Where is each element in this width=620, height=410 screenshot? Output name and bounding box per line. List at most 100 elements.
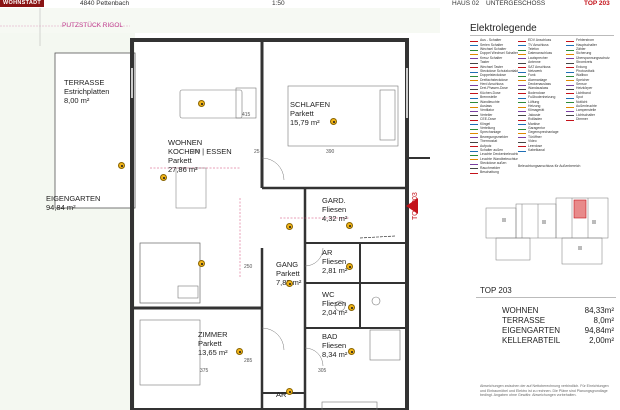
legend-symbol-icon: [566, 87, 574, 91]
legend-item-label: Rollladen: [528, 117, 543, 122]
key-plan: [482, 190, 616, 270]
legend-item-label: Ventilator: [480, 108, 495, 113]
legend-symbol-icon: [566, 83, 574, 86]
legend-symbol-icon: [470, 52, 478, 55]
putz-label: PUTZSTÜCK RIGOL: [62, 22, 124, 29]
legend-item-label: Rauchmelder: [480, 165, 501, 170]
legend-item-label: Erdung: [576, 64, 587, 69]
legend-item-label: Heizkörper: [576, 86, 593, 91]
summary-value: 8,0m²: [593, 316, 614, 325]
legend-item-label: Verteilung: [480, 126, 496, 130]
header-bar: WOHNSTADT 4840 Pettenbach 1:50 HAUS 02 U…: [0, 0, 620, 8]
dimension: 415: [242, 112, 251, 118]
legend-symbol-icon: [518, 148, 526, 152]
legend-symbol-icon: [470, 131, 478, 134]
legend-item-label: Lichtband: [576, 90, 591, 95]
legend-symbol-icon: [566, 100, 574, 104]
dimension: 390: [192, 149, 201, 155]
legend-symbol-icon: [470, 170, 478, 174]
legend-symbol-icon: [470, 148, 478, 152]
legend-item-label: Stromkreis: [576, 60, 593, 65]
key-plan-drawing: [485, 197, 609, 265]
light-fixture-icon: [348, 304, 355, 311]
legend-symbol-icon: [470, 43, 478, 47]
legend-item-label: Klingel: [480, 121, 491, 126]
room-zimmer: ZIMMER Parkett 13,65 m²: [198, 330, 228, 357]
legend-item-label: Leerdose: [528, 143, 543, 148]
light-fixture-icon: [286, 223, 293, 230]
summary-label: KELLERABTEIL: [502, 336, 561, 345]
legend-item-label: Beschattung: [480, 169, 499, 174]
legend-symbol-icon: [470, 109, 478, 113]
legend-symbol-icon: [566, 52, 574, 55]
dimension: 375: [200, 368, 209, 374]
legend-item-label: Fußbodenheizung: [528, 95, 556, 100]
legend-item-label: Alarmanlage: [528, 77, 548, 82]
summary-box: TOP 203 WOHNEN 84,33m² TERRASSE 8,0m² EI…: [476, 286, 616, 410]
legend-item-label: Lüftung: [528, 99, 540, 104]
room-gard: GARD. Fliesen 4,32 m²: [322, 196, 348, 223]
legend-note: Beleuchtungsanschluss für Außenbereich: [518, 164, 580, 168]
house-label: HAUS 02: [452, 0, 480, 7]
room-schlafen: SCHLAFEN Parkett 15,79 m²: [290, 100, 331, 127]
legend-symbol-icon: [470, 122, 478, 126]
legend-symbol-icon: [566, 104, 574, 108]
dimension: 250: [244, 264, 253, 270]
legend-item-label: Steckdose Schutzkontakt: [480, 68, 518, 73]
legend-item-label: SAT Anschluss: [528, 64, 551, 69]
legend-col-3: Fehlerstrom Hauptschalter Zähler Sicherung Ü…: [566, 38, 614, 121]
legend-item-label: Funk: [528, 73, 536, 78]
legend-item-label: Garagentor: [528, 126, 546, 130]
legend-symbol-icon: [470, 113, 478, 117]
legend-item-label: Gegensprechanlage: [528, 130, 559, 135]
legend-item-label: Wechsel Taster: [480, 64, 504, 69]
legend-item-label: Bewegungsmelder: [480, 134, 509, 139]
legend-item-label: Thermostat: [480, 139, 498, 144]
legend-symbol-icon: [470, 126, 478, 130]
legend-symbol-icon: [566, 47, 574, 51]
legend-item-label: Serien Schalter: [480, 42, 504, 47]
legend-item-label: Photovoltaik: [576, 68, 595, 73]
summary-value: 2,00m²: [589, 336, 614, 345]
floor-plan: PUTZSTÜCK RIGOL TERRASSE Estrichplatten 8,…: [0, 8, 440, 410]
legend-item-label: Deckenauslass: [528, 82, 551, 87]
light-fixture-icon: [118, 162, 125, 169]
legend-item-label: Datenanschluss: [528, 51, 553, 56]
legend-symbol-icon: [518, 83, 526, 86]
legend-item-label: Lautsprecher: [528, 55, 548, 60]
legend-note-text: Beleuchtungsanschluss für Außenbereich: [518, 164, 581, 168]
legend-item-label: Kreuz Schalter: [480, 55, 503, 60]
legend-item-label: Leuchte Deckenbeleuchtung: [480, 152, 518, 157]
legend-item-label: Speicher: [576, 77, 590, 82]
summary-label: TERRASSE: [502, 316, 546, 325]
legend-item-label: Aus - Schalter: [480, 38, 502, 43]
legend-item-label: Kabelkanal: [528, 147, 545, 152]
legend-item-label: Antenne: [528, 60, 541, 65]
legend-symbol-icon: [518, 87, 526, 91]
legend-item-label: EDV Anschluss: [528, 38, 552, 43]
legend-panel: Elektrolegende Aus - Schalter Serien Scha…: [470, 22, 614, 182]
legend-symbol-icon: [470, 56, 478, 60]
summary-label: EIGENGARTEN: [502, 326, 561, 335]
logo: WOHNSTADT: [0, 0, 45, 7]
legend-symbol-icon: [518, 56, 526, 60]
legend-symbol-icon: [566, 56, 574, 60]
summary-value: 84,33m²: [584, 306, 614, 315]
legend-symbol-icon: [470, 135, 478, 139]
legend-symbol-icon: [470, 100, 478, 104]
legend-item-label: TV Anschluss: [528, 42, 549, 47]
legend-symbol-icon: [566, 65, 574, 69]
summary-divider: [476, 297, 616, 298]
legend-symbol-icon: [518, 144, 526, 148]
dimension: 25: [254, 149, 260, 155]
legend-item-label: Spot: [576, 95, 583, 100]
legend-symbol-icon: [566, 78, 574, 82]
legend-symbol-icon: [470, 91, 478, 95]
legend-symbol-icon: [518, 78, 526, 82]
legend-symbol-icon: [470, 153, 478, 156]
legend-symbol-icon: [518, 74, 526, 77]
legend-item-label: Auslass: [480, 104, 492, 109]
legend-symbol-icon: [470, 83, 478, 86]
legend-symbol-icon: [470, 47, 478, 51]
legend-symbol-icon: [470, 87, 478, 91]
